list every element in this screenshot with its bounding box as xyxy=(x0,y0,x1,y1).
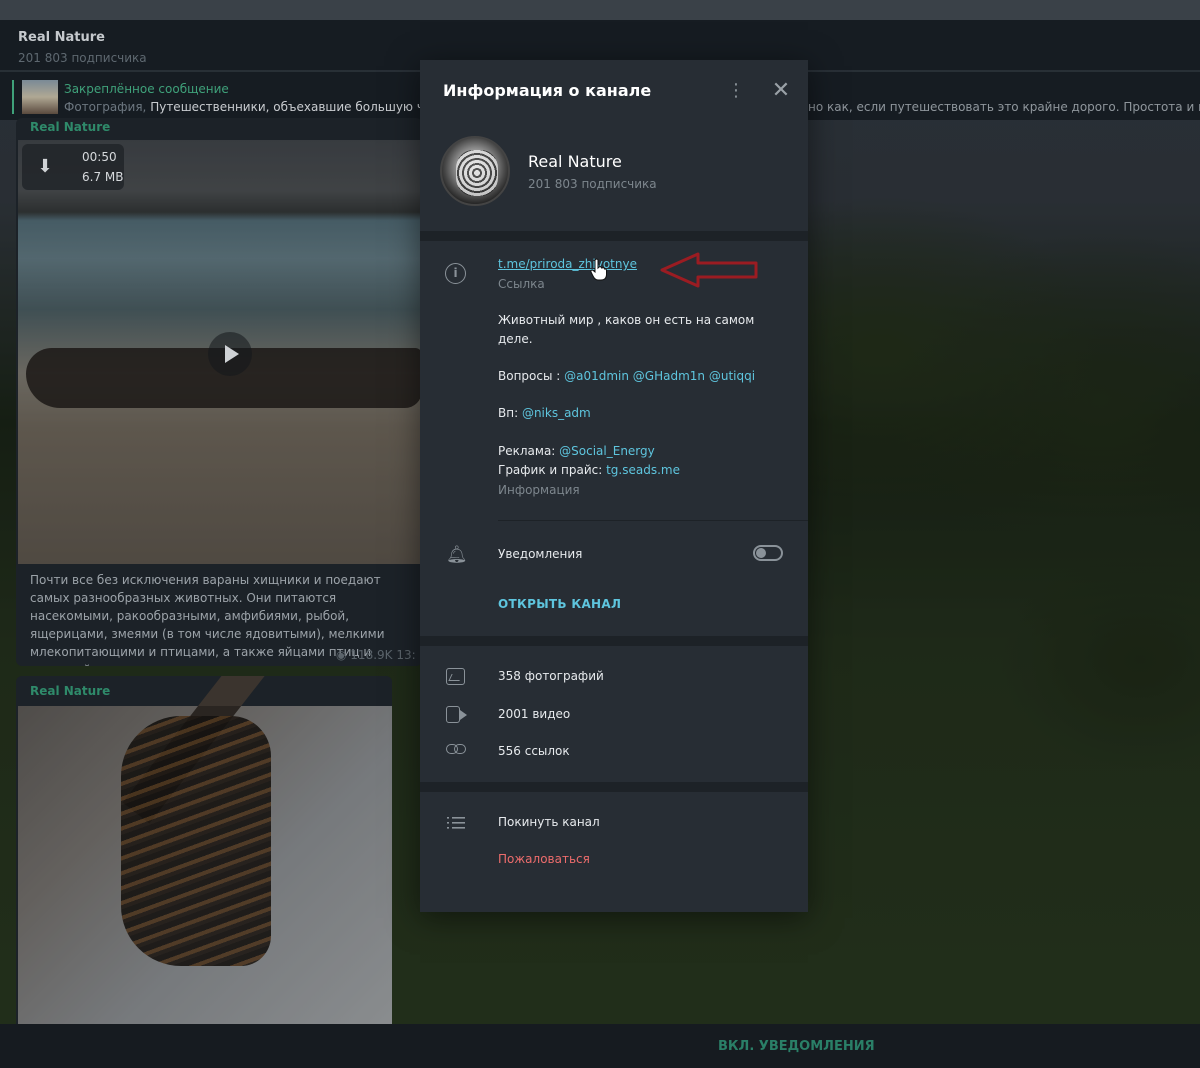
message-views: 118.9K xyxy=(350,648,393,662)
chat-subscribers: 201 803 подписчика xyxy=(18,51,147,65)
section-separator xyxy=(420,231,808,241)
more-vertical-icon[interactable]: ⋮ xyxy=(726,80,746,102)
photo-icon xyxy=(446,668,465,685)
questions-line: Вопросы : @a01dmin @GHadm1n @utiqqi xyxy=(498,367,788,386)
photos-count[interactable]: 358 фотографий xyxy=(498,669,604,683)
close-icon[interactable]: ✕ xyxy=(770,80,792,102)
vp-handle[interactable]: @niks_adm xyxy=(522,406,591,420)
pinned-label: Закреплённое сообщение xyxy=(64,82,229,96)
bell-icon: 🔔︎ xyxy=(446,545,468,565)
ads-label: Реклама: xyxy=(498,444,560,458)
channel-avatar[interactable] xyxy=(440,136,510,206)
notifications-toggle[interactable] xyxy=(753,545,783,561)
videos-count[interactable]: 2001 видео xyxy=(498,707,570,721)
chat-title[interactable]: Real Nature xyxy=(18,30,105,45)
channel-link[interactable]: t.me/priroda_zhivotnye xyxy=(498,257,637,271)
prices-line: График и прайс: tg.seads.me xyxy=(498,461,788,480)
questions-handles[interactable]: @a01dmin @GHadm1n @utiqqi xyxy=(564,369,755,383)
toggle-knob xyxy=(756,548,766,558)
message-author[interactable]: Real Nature xyxy=(30,120,110,134)
message-photo[interactable]: Real Nature xyxy=(16,676,392,1024)
ads-line: Реклама: @Social_Energy xyxy=(498,442,788,461)
message-meta: ◉ 118.9K 13: xyxy=(336,648,416,662)
vp-label: Вп: xyxy=(498,406,522,420)
hand-cursor-icon xyxy=(590,258,607,281)
pinned-kind: Фотография, xyxy=(64,100,147,114)
bottom-bar xyxy=(0,1024,1200,1068)
prices-label: График и прайс: xyxy=(498,463,607,477)
pinned-thumbnail[interactable] xyxy=(22,80,58,114)
annotation-arrow-icon xyxy=(660,252,758,288)
prices-link[interactable]: tg.seads.me xyxy=(606,463,680,477)
info-icon: i xyxy=(445,263,466,284)
video-duration: 00:50 xyxy=(82,150,117,164)
vp-line: Вп: @niks_adm xyxy=(498,404,788,423)
video-download-box[interactable]: ⬇ 00:50 6.7 MB xyxy=(22,144,124,190)
leave-channel-button[interactable]: Покинуть канал xyxy=(498,815,600,829)
window-top-strip xyxy=(0,0,1200,20)
message-video[interactable]: Real Nature ⬇ 00:50 6.7 MB Почти все без… xyxy=(16,118,422,666)
questions-label: Вопросы : xyxy=(498,369,565,383)
channel-subscribers: 201 803 подписчика xyxy=(528,177,657,191)
enable-notifications-button[interactable]: ВКЛ. УВЕДОМЛЕНИЯ xyxy=(718,1039,875,1054)
pinned-text: Фотография, Путешественники, объехавшие … xyxy=(64,100,424,114)
message-author[interactable]: Real Nature xyxy=(30,684,110,698)
pinned-accent-bar xyxy=(12,80,14,114)
report-button[interactable]: Пожаловаться xyxy=(498,852,590,866)
photo-dim xyxy=(18,706,392,1024)
section-separator xyxy=(420,636,808,646)
info-label: Информация xyxy=(498,483,580,497)
section-separator xyxy=(420,782,808,792)
modal-title: Информация о канале xyxy=(443,81,652,100)
open-channel-button[interactable]: ОТКРЫТЬ КАНАЛ xyxy=(498,597,621,611)
ads-handle[interactable]: @Social_Energy xyxy=(559,444,655,458)
message-time: 13: xyxy=(396,648,416,662)
link-icon xyxy=(446,744,466,756)
divider xyxy=(498,520,808,521)
video-camera-icon xyxy=(446,706,467,723)
pinned-text-continued: но как, если путешествовать это крайне д… xyxy=(808,100,1200,114)
snow-leopard-avatar-image xyxy=(456,150,498,196)
pinned-snippet: Путешественники, объехавшие большую ча xyxy=(146,100,424,114)
play-icon[interactable] xyxy=(208,332,252,376)
channel-info-modal: Информация о канале ⋮ ✕ Real Nature 201 … xyxy=(420,60,808,912)
link-label: Ссылка xyxy=(498,277,545,291)
video-size: 6.7 MB xyxy=(82,170,124,184)
list-icon xyxy=(447,816,465,830)
views-icon: ◉ xyxy=(336,648,351,662)
channel-name: Real Nature xyxy=(528,152,622,171)
download-icon[interactable]: ⬇ xyxy=(32,154,58,180)
description-line: Животный мир , каков он есть на самом де… xyxy=(498,313,755,346)
notifications-label: Уведомления xyxy=(498,547,583,561)
links-count[interactable]: 556 ссылок xyxy=(498,744,570,758)
